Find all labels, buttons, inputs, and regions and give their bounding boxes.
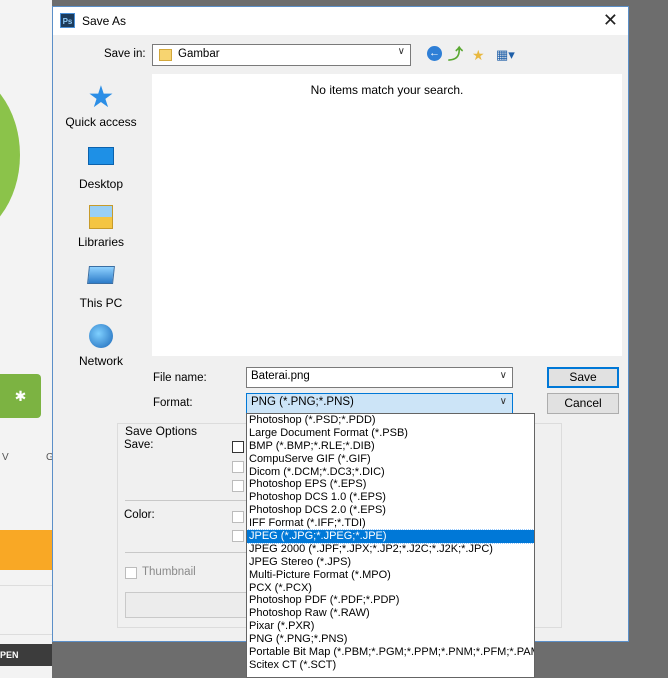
- star-icon: ★: [87, 81, 115, 114]
- format-option[interactable]: Multi-Picture Format (*.MPO): [247, 569, 534, 582]
- photoshop-icon: Ps: [60, 13, 75, 28]
- format-option[interactable]: Pixar (*.PXR): [247, 620, 534, 633]
- divider: [125, 500, 253, 501]
- place-label: Quick access: [65, 115, 137, 129]
- place-network[interactable]: Network: [59, 324, 143, 380]
- network-icon: [87, 324, 115, 350]
- place-quick-access[interactable]: ★ Quick access: [59, 81, 143, 141]
- cancel-button[interactable]: Cancel: [547, 393, 619, 414]
- format-option[interactable]: Portable Bit Map (*.PBM;*.PGM;*.PPM;*.PN…: [247, 646, 534, 659]
- format-option[interactable]: Large Document Format (*.PSB): [247, 427, 534, 440]
- save-in-label: Save in:: [104, 48, 146, 60]
- thumbnail-label: Thumbnail: [142, 566, 196, 578]
- new-folder-icon[interactable]: ★: [472, 46, 490, 64]
- dialog-title: Save As: [82, 14, 127, 28]
- file-name-value: Baterai.png: [251, 370, 310, 382]
- chevron-down-icon[interactable]: ∨: [500, 370, 507, 381]
- format-option[interactable]: Photoshop PDF (*.PDF;*.PDP): [247, 594, 534, 607]
- background-orange-banner: [0, 530, 52, 570]
- save-option-checkbox[interactable]: [232, 461, 244, 473]
- save-in-dropdown[interactable]: Gambar ∨: [152, 44, 411, 66]
- place-label: Libraries: [77, 235, 125, 249]
- desktop-icon: [87, 147, 115, 173]
- format-option[interactable]: Photoshop DCS 1.0 (*.EPS): [247, 491, 534, 504]
- chevron-down-icon: ∨: [397, 46, 405, 57]
- disabled-option-box: [125, 592, 249, 618]
- format-label: Format:: [153, 397, 193, 409]
- background-app: ✱ V G PEN: [0, 0, 52, 678]
- color-option-checkbox[interactable]: [232, 511, 244, 523]
- save-option-checkbox[interactable]: [232, 480, 244, 492]
- place-label: Network: [78, 354, 123, 368]
- up-folder-icon[interactable]: ⤴: [448, 46, 466, 64]
- background-green-circle: [0, 70, 20, 240]
- format-dropdown-list[interactable]: Photoshop (*.PSD;*.PDD) Large Document Fo…: [246, 413, 535, 678]
- file-name-label: File name:: [153, 372, 207, 384]
- format-option[interactable]: Photoshop DCS 2.0 (*.EPS): [247, 504, 534, 517]
- background-open-pill[interactable]: PEN: [0, 644, 52, 666]
- back-icon[interactable]: ←: [427, 46, 445, 64]
- format-option[interactable]: PCX (*.PCX): [247, 582, 534, 595]
- save-option-checkbox[interactable]: [232, 441, 244, 453]
- save-label: Save:: [124, 439, 154, 451]
- place-desktop[interactable]: Desktop: [59, 145, 143, 201]
- color-option-checkbox[interactable]: [232, 530, 244, 542]
- file-name-field[interactable]: Baterai.png ∨: [246, 367, 513, 388]
- format-option[interactable]: Photoshop EPS (*.EPS): [247, 478, 534, 491]
- background-letter-v: V: [2, 452, 9, 463]
- file-list[interactable]: No items match your search.: [152, 74, 622, 356]
- format-option[interactable]: Photoshop (*.PSD;*.PDD): [247, 414, 534, 427]
- close-icon[interactable]: ✕: [603, 10, 618, 31]
- color-label: Color:: [124, 509, 155, 521]
- format-value: PNG (*.PNG;*.PNS): [251, 396, 354, 408]
- format-option[interactable]: JPEG Stereo (*.JPS): [247, 556, 534, 569]
- title-bar[interactable]: Ps Save As ✕: [53, 7, 628, 35]
- thumbnail-checkbox[interactable]: [125, 567, 137, 579]
- bluetooth-icon[interactable]: ✱: [0, 374, 41, 418]
- libraries-icon: [87, 205, 115, 231]
- view-menu-icon[interactable]: ▦▾: [496, 46, 522, 64]
- computer-icon: [87, 266, 115, 292]
- format-option[interactable]: JPEG 2000 (*.JPF;*.JPX;*.JP2;*.J2C;*.J2K…: [247, 543, 534, 556]
- save-in-value: Gambar: [178, 48, 220, 60]
- place-label: Desktop: [78, 177, 124, 191]
- save-options-title: Save Options: [123, 424, 200, 438]
- format-option[interactable]: Photoshop Raw (*.RAW): [247, 607, 534, 620]
- format-option[interactable]: JPEG (*.JPG;*.JPEG;*.JPE): [247, 529, 534, 544]
- format-option[interactable]: Scitex CT (*.SCT): [247, 659, 534, 672]
- divider: [125, 552, 253, 553]
- format-select[interactable]: PNG (*.PNG;*.PNS) ∨: [246, 393, 513, 414]
- format-option[interactable]: Dicom (*.DCM;*.DC3;*.DIC): [247, 466, 534, 479]
- format-option[interactable]: BMP (*.BMP;*.RLE;*.DIB): [247, 440, 534, 453]
- background-divider: [0, 585, 52, 586]
- folder-icon: [159, 49, 172, 61]
- background-divider: [0, 634, 52, 635]
- format-option[interactable]: IFF Format (*.IFF;*.TDI): [247, 517, 534, 530]
- place-label: This PC: [79, 296, 123, 310]
- format-option[interactable]: CompuServe GIF (*.GIF): [247, 453, 534, 466]
- chevron-down-icon[interactable]: ∨: [500, 396, 507, 407]
- place-libraries[interactable]: Libraries: [59, 205, 143, 261]
- place-this-pc[interactable]: This PC: [59, 264, 143, 320]
- empty-message: No items match your search.: [310, 83, 464, 97]
- save-button[interactable]: Save: [547, 367, 619, 388]
- format-option[interactable]: PNG (*.PNG;*.PNS): [247, 633, 534, 646]
